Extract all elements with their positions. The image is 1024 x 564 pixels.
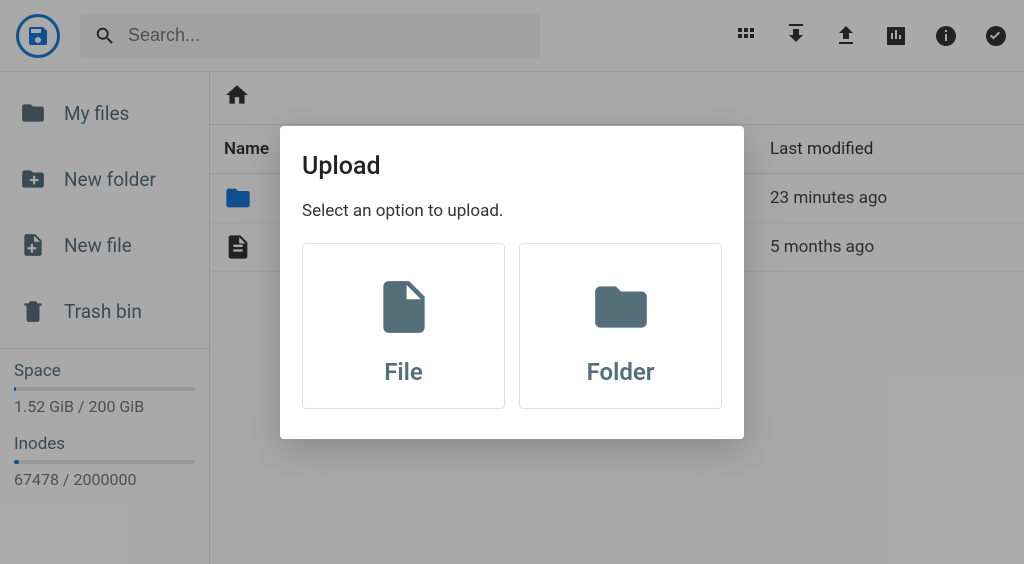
modal-options: File Folder bbox=[302, 243, 722, 409]
upload-modal: Upload Select an option to upload. File … bbox=[280, 126, 744, 439]
modal-subtitle: Select an option to upload. bbox=[302, 201, 722, 221]
folder-icon bbox=[590, 276, 652, 338]
upload-option-label: File bbox=[384, 358, 423, 386]
modal-title: Upload bbox=[302, 152, 722, 181]
modal-overlay[interactable]: Upload Select an option to upload. File … bbox=[0, 0, 1024, 564]
upload-option-file[interactable]: File bbox=[302, 243, 505, 409]
upload-option-folder[interactable]: Folder bbox=[519, 243, 722, 409]
file-icon bbox=[373, 276, 435, 338]
upload-option-label: Folder bbox=[587, 358, 655, 386]
